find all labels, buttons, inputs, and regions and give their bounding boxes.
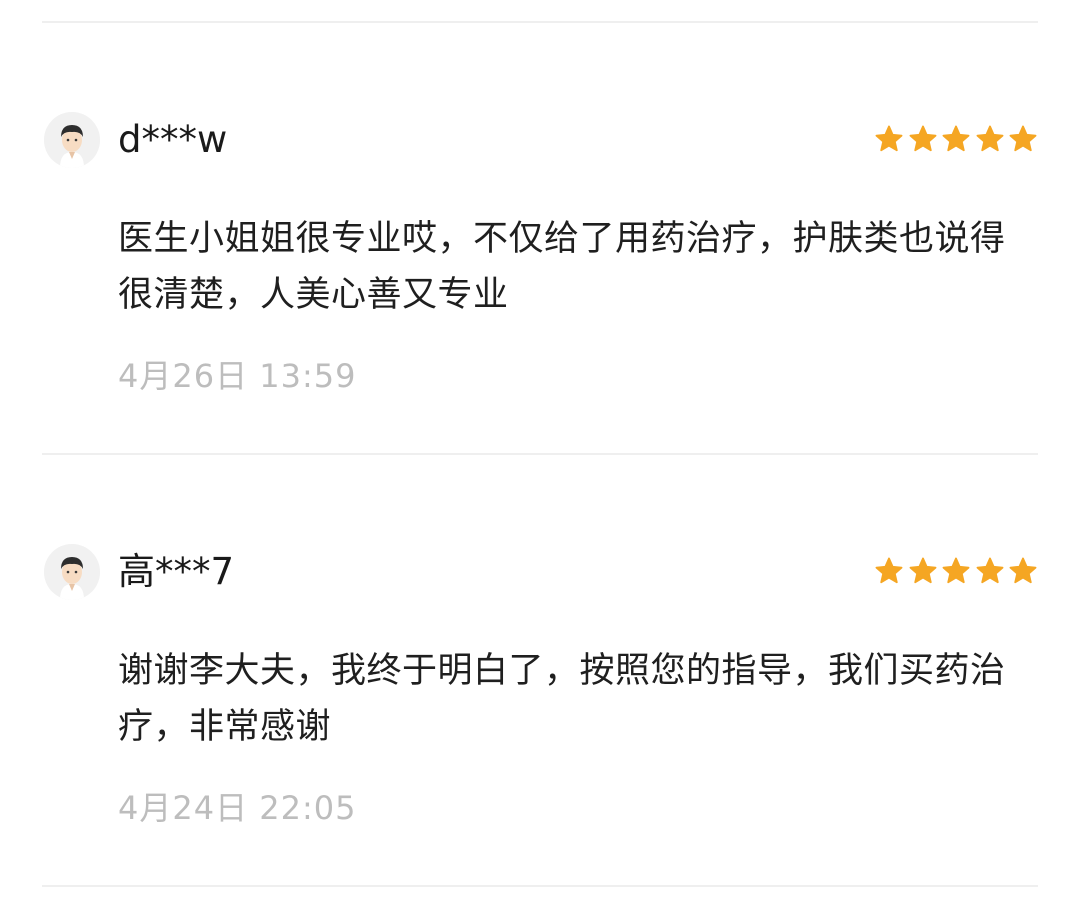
star-icon xyxy=(942,125,970,152)
star-icon xyxy=(1009,557,1037,584)
review-divider xyxy=(42,885,1038,887)
review-item: 高***7 谢谢李大夫，我终于明白了，按照您的指导，我们买药治疗，非常感谢 4月… xyxy=(0,432,1080,827)
star-icon xyxy=(976,125,1003,152)
user-avatar-icon xyxy=(44,544,100,600)
username: 高***7 xyxy=(118,550,235,593)
star-icon xyxy=(909,557,936,584)
star-icon xyxy=(875,125,903,152)
star-icon xyxy=(1009,125,1037,152)
review-content: 谢谢李大夫，我终于明白了，按照您的指导，我们买药治疗，非常感谢 xyxy=(118,651,1006,747)
review-item: d***w 医生小姐姐很专业哎，不仅给了用药治疗，护肤类也说得很清楚，人美心善又… xyxy=(0,0,1080,395)
star-rating xyxy=(874,124,1038,158)
star-icon xyxy=(976,557,1003,584)
star-icon xyxy=(909,125,936,152)
username: d***w xyxy=(118,118,228,161)
review-content: 医生小姐姐很专业哎，不仅给了用药治疗，护肤类也说得很清楚，人美心善又专业 xyxy=(118,219,1006,315)
star-icon xyxy=(875,557,903,584)
review-time: 4月26日 13:59 xyxy=(118,357,357,395)
user-avatar-icon xyxy=(44,112,100,168)
star-rating xyxy=(874,556,1038,590)
review-time: 4月24日 22:05 xyxy=(118,789,357,827)
star-icon xyxy=(942,557,970,584)
